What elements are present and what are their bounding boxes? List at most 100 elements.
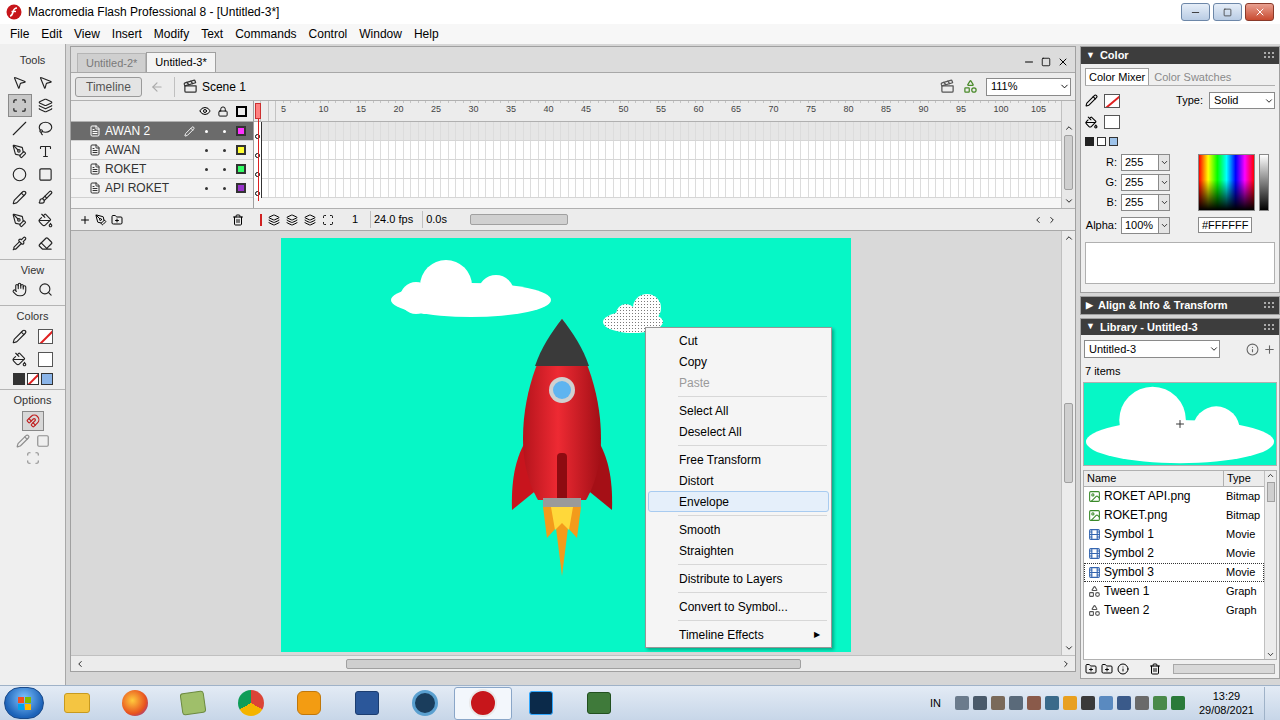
text-tool[interactable] bbox=[34, 140, 58, 163]
line-tool[interactable] bbox=[8, 117, 32, 140]
onion-outline-icon[interactable] bbox=[286, 214, 298, 226]
frame-rate[interactable]: 24.0 fps bbox=[370, 211, 416, 228]
layer-outline-color[interactable] bbox=[236, 126, 246, 136]
menu-item[interactable]: Insert bbox=[106, 25, 148, 43]
paint-bucket-tool[interactable] bbox=[34, 209, 58, 232]
restore-document-icon[interactable] bbox=[1041, 57, 1051, 67]
delete-item-icon[interactable] bbox=[1149, 663, 1161, 675]
minimize-button[interactable] bbox=[1181, 3, 1210, 21]
taskbar-app[interactable] bbox=[454, 687, 512, 720]
layer-row[interactable]: API ROKET bbox=[71, 179, 253, 198]
lock-icon[interactable] bbox=[216, 106, 230, 117]
stroke-color-swatch[interactable] bbox=[1104, 94, 1120, 108]
fill-transform-tool[interactable] bbox=[34, 94, 58, 117]
center-frame-icon[interactable] bbox=[260, 214, 262, 226]
zoom-tool[interactable] bbox=[34, 278, 58, 301]
selection-tool[interactable] bbox=[8, 71, 32, 94]
tray-icon[interactable] bbox=[1117, 696, 1131, 710]
stage-vscroll[interactable] bbox=[1061, 231, 1075, 655]
no-color-icon[interactable] bbox=[1097, 137, 1106, 146]
eraser-tool[interactable] bbox=[34, 232, 58, 255]
taskbar-app[interactable] bbox=[222, 687, 280, 720]
swap-icon[interactable] bbox=[1109, 137, 1118, 146]
taskbar-app[interactable] bbox=[396, 687, 454, 720]
context-menu-item[interactable]: Cut bbox=[648, 330, 829, 351]
menu-item[interactable]: Window bbox=[353, 25, 408, 43]
menu-item[interactable]: Control bbox=[303, 25, 354, 43]
brightness-slider[interactable] bbox=[1259, 154, 1269, 211]
frame-area[interactable]: 5101520253035404550556065707580859095100… bbox=[254, 101, 1061, 208]
ink-bottle-tool[interactable] bbox=[8, 209, 32, 232]
swap-colors-icon[interactable] bbox=[41, 373, 53, 385]
default-colors-icon[interactable] bbox=[13, 373, 25, 385]
tray-icon[interactable] bbox=[1153, 696, 1167, 710]
edit-symbol-icon[interactable] bbox=[963, 79, 978, 94]
menu-item[interactable]: Commands bbox=[229, 25, 302, 43]
tray-icon[interactable] bbox=[1063, 696, 1077, 710]
color-tab[interactable]: Color Mixer bbox=[1085, 68, 1149, 86]
align-panel-header[interactable]: ▶Align & Info & Transform bbox=[1081, 297, 1279, 314]
frame-row[interactable] bbox=[254, 160, 1061, 179]
color-tab[interactable]: Color Swatches bbox=[1151, 69, 1234, 86]
tray-icon[interactable] bbox=[1099, 696, 1113, 710]
taskbar-app[interactable] bbox=[280, 687, 338, 720]
library-item[interactable]: Symbol 3Movie bbox=[1084, 563, 1264, 582]
tray-icon[interactable] bbox=[973, 696, 987, 710]
black-white-icon[interactable] bbox=[1085, 137, 1094, 146]
library-item[interactable]: Symbol 2Movie bbox=[1084, 544, 1264, 563]
rocket[interactable] bbox=[512, 319, 612, 576]
lock-dot[interactable] bbox=[223, 149, 226, 152]
tray-icon[interactable] bbox=[1081, 696, 1095, 710]
add-guide-layer-icon[interactable] bbox=[95, 214, 107, 226]
layer-outline-color[interactable] bbox=[236, 164, 246, 174]
menu-item[interactable]: Edit bbox=[35, 25, 68, 43]
taskbar-app[interactable] bbox=[512, 687, 570, 720]
context-menu-item[interactable]: Deselect All bbox=[648, 421, 829, 442]
delete-layer-icon[interactable] bbox=[232, 214, 244, 226]
language-indicator[interactable]: IN bbox=[930, 695, 941, 712]
document-tab[interactable]: Untitled-2* bbox=[77, 53, 146, 72]
library-vscroll[interactable] bbox=[1264, 471, 1276, 660]
outline-icon[interactable] bbox=[236, 106, 247, 117]
channel-input[interactable]: 255 bbox=[1121, 174, 1159, 191]
brush-tool[interactable] bbox=[34, 186, 58, 209]
lock-dot[interactable] bbox=[223, 130, 226, 133]
tray-icon[interactable] bbox=[1171, 696, 1185, 710]
modify-markers-icon[interactable] bbox=[322, 214, 334, 226]
visibility-dot[interactable] bbox=[205, 149, 208, 152]
taskbar-app[interactable] bbox=[570, 687, 628, 720]
visibility-dot[interactable] bbox=[205, 130, 208, 133]
color-panel-header[interactable]: ▼Color bbox=[1081, 47, 1279, 64]
context-menu-item[interactable]: Distribute to Layers bbox=[648, 568, 829, 589]
timeline-vscroll[interactable] bbox=[1061, 101, 1075, 208]
layer-row[interactable]: ROKET bbox=[71, 160, 253, 179]
context-menu-item[interactable]: Convert to Symbol... bbox=[648, 596, 829, 617]
layer-outline-color[interactable] bbox=[236, 183, 246, 193]
menu-item[interactable]: View bbox=[68, 25, 106, 43]
library-item[interactable]: Tween 1Graph bbox=[1084, 582, 1264, 601]
close-document-icon[interactable] bbox=[1057, 56, 1069, 68]
library-item[interactable]: Tween 2Graph bbox=[1084, 601, 1264, 620]
visibility-dot[interactable] bbox=[205, 168, 208, 171]
lasso-tool[interactable] bbox=[34, 117, 58, 140]
show-desktop[interactable] bbox=[1264, 687, 1276, 720]
tray-icon[interactable] bbox=[955, 696, 969, 710]
hex-input[interactable]: #FFFFFF bbox=[1198, 217, 1252, 233]
context-menu-item[interactable]: Free Transform bbox=[648, 449, 829, 470]
pencil-tool[interactable] bbox=[8, 186, 32, 209]
menu-item[interactable]: File bbox=[4, 25, 35, 43]
new-folder-icon[interactable] bbox=[1101, 663, 1113, 675]
library-document-select[interactable]: Untitled-3 bbox=[1084, 340, 1220, 358]
new-symbol-icon[interactable] bbox=[1085, 663, 1097, 675]
rectangle-tool[interactable] bbox=[34, 163, 58, 186]
context-menu-item[interactable]: Envelope bbox=[648, 491, 829, 512]
back-arrow-icon[interactable] bbox=[150, 80, 164, 94]
channel-input[interactable]: 255 bbox=[1121, 194, 1159, 211]
taskbar-app[interactable] bbox=[338, 687, 396, 720]
insert-layer-icon[interactable] bbox=[79, 214, 91, 226]
edit-multiple-icon[interactable] bbox=[304, 214, 316, 226]
close-button[interactable] bbox=[1245, 3, 1274, 21]
layer-row[interactable]: AWAN 2 bbox=[71, 122, 253, 141]
eyedropper-tool[interactable] bbox=[8, 232, 32, 255]
snap-button[interactable] bbox=[22, 411, 44, 431]
